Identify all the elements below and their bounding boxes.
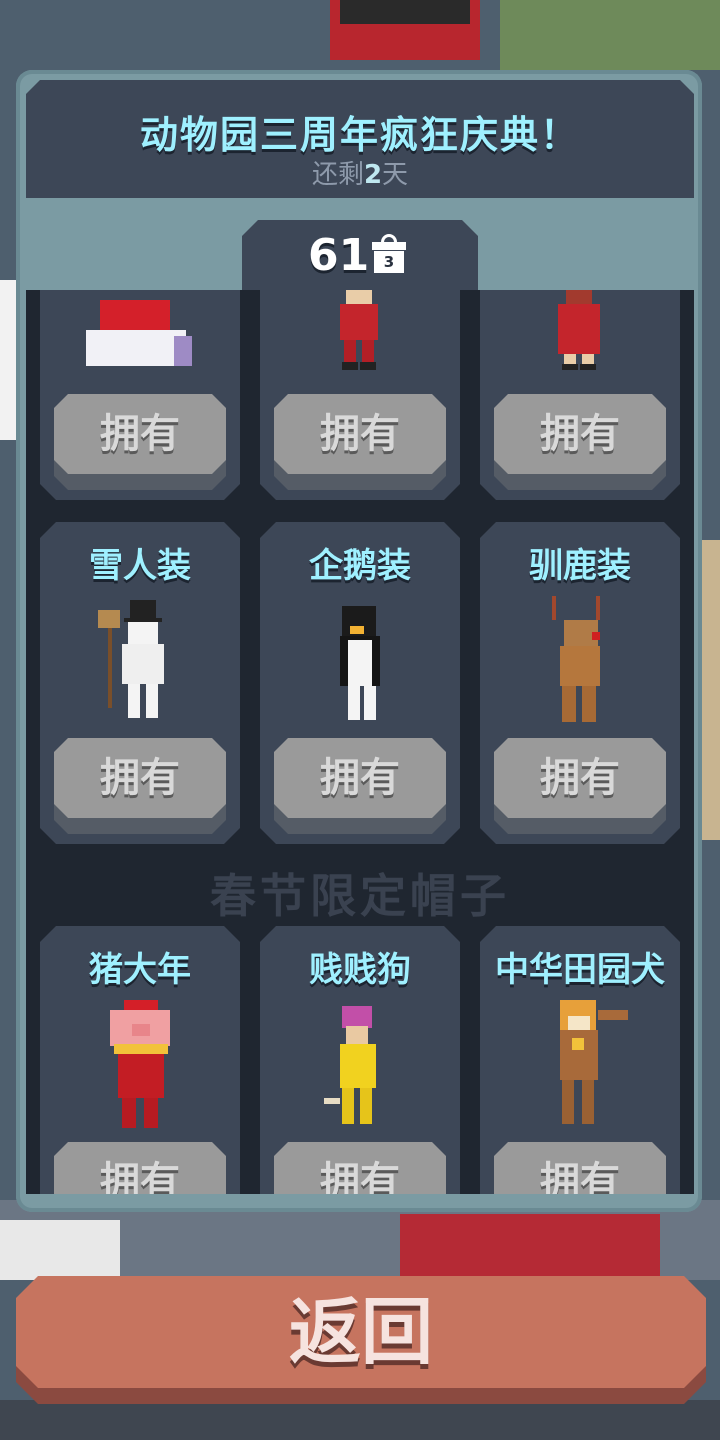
remaining-prefix: 还剩 bbox=[311, 160, 364, 190]
costume-name: 驯鹿装 bbox=[529, 546, 631, 586]
costume-card[interactable]: 拥有 bbox=[40, 290, 240, 500]
owned-button-label: 拥有 bbox=[54, 1142, 226, 1194]
event-header: 动物园三周年疯狂庆典！ 还剩2天 bbox=[26, 80, 694, 198]
owned-button[interactable]: 拥有 bbox=[54, 394, 226, 490]
costume-card[interactable]: 中华田园犬 拥有 bbox=[480, 926, 680, 1194]
back-button[interactable]: 返回 bbox=[16, 1276, 706, 1402]
pig-costume-icon bbox=[90, 1000, 190, 1130]
costume-name: 中华田园犬 bbox=[495, 950, 665, 990]
gift-calendar-icon: 3 bbox=[372, 234, 406, 274]
owned-button-label: 拥有 bbox=[274, 1142, 446, 1194]
owned-button[interactable]: 拥有 bbox=[494, 394, 666, 490]
remaining-suffix: 天 bbox=[382, 160, 409, 190]
snowman-costume-icon bbox=[90, 600, 190, 730]
reindeer-costume-icon bbox=[530, 596, 630, 726]
shiba-dog-costume-icon bbox=[530, 1000, 630, 1130]
owned-button-label: 拥有 bbox=[274, 394, 446, 474]
owned-button-label: 拥有 bbox=[54, 394, 226, 474]
costume-card[interactable]: 驯鹿装 拥有 bbox=[480, 522, 680, 844]
owned-button[interactable]: 拥有 bbox=[274, 738, 446, 834]
owned-button[interactable]: 拥有 bbox=[274, 1142, 446, 1194]
owned-button-label: 拥有 bbox=[54, 738, 226, 818]
owned-button[interactable]: 拥有 bbox=[494, 738, 666, 834]
gift-badge: 3 bbox=[383, 253, 395, 271]
costume-card[interactable]: 企鹅装 拥有 bbox=[260, 522, 460, 844]
event-title: 动物园三周年疯狂庆典！ bbox=[139, 113, 580, 157]
costume-grid[interactable]: 拥有 拥有 拥有 雪人装 拥有 企鹅装 拥有 驯鹿装 拥有 春节限定帽子 猪大年… bbox=[26, 290, 694, 1194]
owned-button[interactable]: 拥有 bbox=[54, 738, 226, 834]
costume-name: 企鹅装 bbox=[309, 546, 411, 586]
owned-button-label: 拥有 bbox=[494, 394, 666, 474]
remaining-days: 2 bbox=[363, 160, 383, 190]
costume-card[interactable]: 拥有 bbox=[480, 290, 680, 500]
costume-card[interactable]: 贱贱狗 拥有 bbox=[260, 926, 460, 1194]
costume-name: 雪人装 bbox=[89, 546, 191, 586]
section-title: 春节限定帽子 bbox=[210, 869, 510, 923]
owned-button[interactable]: 拥有 bbox=[54, 1142, 226, 1194]
costume-name: 贱贱狗 bbox=[309, 950, 411, 990]
costume-card[interactable]: 猪大年 拥有 bbox=[40, 926, 240, 1194]
owned-button-label: 拥有 bbox=[274, 738, 446, 818]
penguin-costume-icon bbox=[310, 606, 410, 736]
currency-tab: 61 3 bbox=[242, 220, 478, 294]
costume-card[interactable]: 拥有 bbox=[260, 290, 460, 500]
banana-dog-costume-icon bbox=[310, 1006, 410, 1136]
owned-button-label: 拥有 bbox=[494, 738, 666, 818]
gift-count: 61 bbox=[308, 230, 370, 281]
costume-name: 猪大年 bbox=[89, 950, 191, 990]
owned-button-label: 拥有 bbox=[494, 1142, 666, 1194]
owned-button[interactable]: 拥有 bbox=[494, 1142, 666, 1194]
costume-card[interactable]: 雪人装 拥有 bbox=[40, 522, 240, 844]
remaining-time: 还剩2天 bbox=[26, 154, 694, 191]
owned-button[interactable]: 拥有 bbox=[274, 394, 446, 490]
back-button-label: 返回 bbox=[16, 1276, 706, 1388]
